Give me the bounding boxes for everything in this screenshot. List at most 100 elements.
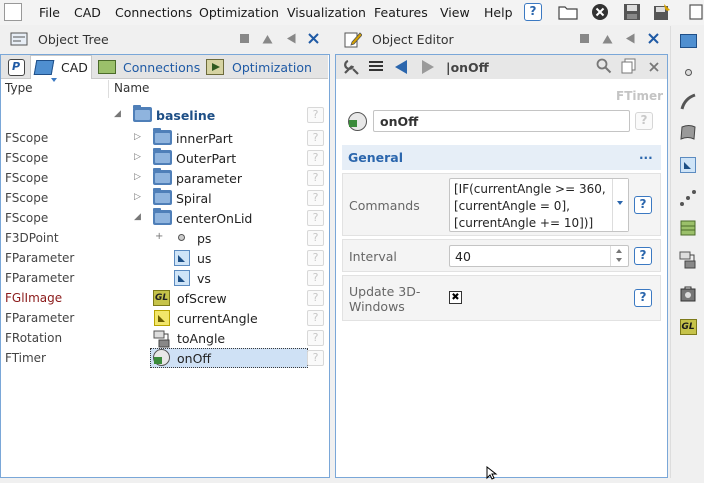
curve-tool-icon[interactable] [678, 92, 698, 112]
menu-optimization[interactable]: Optimization [199, 5, 279, 20]
save-as-icon[interactable] [652, 3, 672, 21]
panel-maximize-icon[interactable] [262, 33, 273, 47]
list-view-icon[interactable] [369, 60, 383, 76]
object-type-label: FTimer [616, 89, 664, 103]
tab-cad[interactable]: CAD [30, 55, 92, 79]
column-name-header[interactable]: Name [114, 81, 149, 95]
panel-float-icon[interactable] [580, 34, 589, 43]
surface-tool-icon[interactable] [678, 122, 698, 142]
tree-row[interactable]: FScope ◢ centerOnLid ? [1, 208, 328, 228]
object-name-field[interactable]: onOff [373, 110, 630, 132]
help-icon[interactable]: ? [635, 112, 653, 130]
menu-features[interactable]: Features [374, 5, 428, 20]
help-icon[interactable]: ? [307, 330, 324, 346]
tree-row-type: FRotation [5, 331, 63, 345]
gl-image-tool-icon[interactable]: GL [678, 317, 698, 337]
tab-connections[interactable]: Connections [94, 55, 201, 79]
tree-row-name: us [197, 251, 212, 266]
panel-float-icon[interactable] [240, 34, 249, 43]
back-arrow-icon[interactable] [394, 59, 408, 78]
general-section-header[interactable]: General ... [342, 145, 661, 170]
close-circle-icon[interactable] [590, 3, 610, 21]
help-icon[interactable]: ? [307, 190, 324, 206]
menu-help[interactable]: Help [484, 5, 513, 20]
panel-close-icon[interactable] [308, 33, 319, 47]
panel-maximize-icon[interactable] [602, 33, 613, 47]
tree-row[interactable]: FParameter currentAngle ? [1, 308, 328, 328]
update-windows-checkbox[interactable]: ✖ [449, 291, 462, 304]
parameter-tool-icon[interactable] [678, 155, 698, 175]
help-icon[interactable]: ? [307, 170, 324, 186]
close-editor-icon[interactable] [649, 61, 659, 75]
collapse-arrow-icon[interactable]: ◢ [114, 109, 121, 119]
collapse-arrow-icon[interactable]: ◢ [134, 212, 141, 222]
stepper-down-icon[interactable] [616, 258, 622, 262]
tree-row-name: OuterPart [176, 151, 237, 166]
interval-stepper[interactable] [610, 246, 628, 266]
copy-icon[interactable] [621, 58, 637, 77]
tree-row[interactable]: FScope ▷ Spiral ? [1, 188, 328, 208]
column-divider[interactable] [108, 80, 109, 98]
expand-plus-icon[interactable]: + [155, 231, 163, 242]
help-icon[interactable]: ? [307, 107, 324, 123]
tree-row[interactable]: FGlImage GL ofScrew ? [1, 288, 328, 308]
object-tool-icon[interactable] [678, 284, 698, 304]
tab-p[interactable]: P [4, 55, 28, 79]
section-more-icon[interactable]: ... [639, 148, 653, 162]
tree-row[interactable]: ◢ baseline ? [1, 105, 328, 125]
expand-arrow-icon[interactable]: ▷ [134, 132, 141, 142]
tree-row[interactable]: FScope ▷ innerPart ? [1, 128, 328, 148]
help-icon[interactable]: ? [307, 290, 324, 306]
interval-spinbox[interactable]: 40 [449, 245, 629, 267]
panel-minimize-icon[interactable] [625, 33, 635, 47]
menu-connections[interactable]: Connections [115, 5, 192, 20]
stepper-up-icon[interactable] [616, 249, 622, 253]
tree-row[interactable]: FRotation toAngle ? [1, 328, 328, 348]
tree-row-selected[interactable]: FTimer onOff ? [1, 348, 328, 368]
tree-row-type: FParameter [5, 251, 75, 265]
expand-arrow-icon[interactable]: ▷ [134, 172, 141, 182]
tools-icon[interactable] [342, 58, 360, 79]
menu-file[interactable]: File [39, 5, 60, 20]
help-icon[interactable]: ? [307, 270, 324, 286]
search-icon[interactable] [596, 58, 612, 77]
tree-row[interactable]: FScope ▷ parameter ? [1, 168, 328, 188]
tree-row[interactable]: FScope ▷ OuterPart ? [1, 148, 328, 168]
expand-arrow-icon[interactable]: ▷ [134, 192, 141, 202]
expand-arrow-icon[interactable]: ▷ [134, 152, 141, 162]
help-icon[interactable]: ? [307, 350, 324, 366]
help-toolbar-icon[interactable]: ? [523, 3, 543, 21]
point-set-tool-icon[interactable] [678, 188, 698, 208]
tree-row[interactable]: F3DPoint + ps ? [1, 228, 328, 248]
help-icon[interactable]: ? [307, 130, 324, 146]
help-icon[interactable]: ? [307, 150, 324, 166]
point-tool-icon[interactable] [678, 62, 698, 82]
tree-row[interactable]: FParameter us ? [1, 248, 328, 268]
commands-line: [currentAngle += 10])] [454, 216, 594, 230]
help-icon[interactable]: ? [307, 250, 324, 266]
tree-row[interactable]: FParameter vs ? [1, 268, 328, 288]
help-icon[interactable]: ? [307, 230, 324, 246]
column-type-header[interactable]: Type [5, 81, 33, 95]
help-icon[interactable]: ? [307, 310, 324, 326]
tree-row-name: centerOnLid [176, 211, 253, 226]
connection-tool-icon[interactable] [678, 218, 698, 238]
help-icon[interactable]: ? [307, 210, 324, 226]
panel-minimize-icon[interactable] [286, 33, 296, 47]
menu-cad[interactable]: CAD [74, 5, 101, 20]
help-icon[interactable]: ? [634, 289, 652, 307]
rotation-tool-icon[interactable] [678, 250, 698, 270]
help-icon[interactable]: ? [634, 196, 652, 214]
window-icon[interactable] [686, 3, 704, 21]
commands-dropdown-button[interactable] [612, 179, 628, 231]
forward-arrow-icon[interactable] [421, 59, 435, 78]
help-icon[interactable]: ? [634, 247, 652, 265]
commands-editor[interactable]: [IF(currentAngle >= 360, [currentAngle =… [449, 178, 629, 232]
cad-scope-tool-icon[interactable] [678, 31, 698, 51]
panel-close-icon[interactable] [648, 33, 659, 47]
save-icon[interactable] [622, 3, 642, 21]
menu-view[interactable]: View [440, 5, 470, 20]
tab-optimization[interactable]: Optimization [203, 55, 327, 79]
open-folder-icon[interactable] [558, 3, 578, 21]
menu-visualization[interactable]: Visualization [287, 5, 366, 20]
